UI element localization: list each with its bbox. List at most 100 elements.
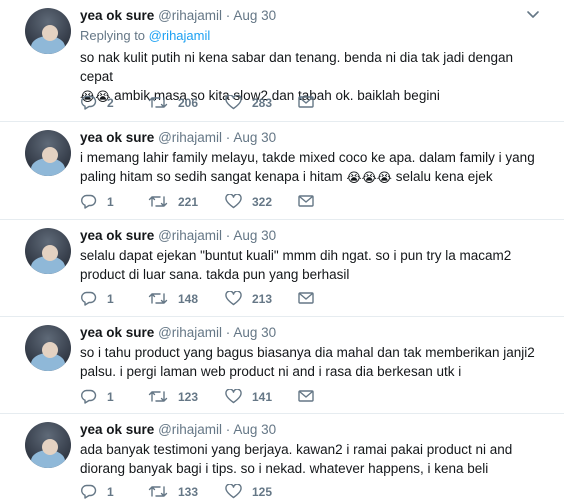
tweet-text-line: diorang banyak bagi i tips. so i nekad. …	[80, 461, 489, 476]
tweet-text: selalu dapat ejekan "buntut kuali" mmm d…	[80, 246, 540, 284]
heart-icon	[225, 291, 242, 306]
tweet-text-line: so nak kulit putih ni kena sabar dan ten…	[80, 50, 514, 84]
tweet-text-line: palsu. i pergi laman web product ni and …	[80, 364, 462, 379]
retweet-count: 206	[178, 95, 199, 110]
retweet-count: 148	[178, 291, 199, 306]
retweet-icon	[148, 97, 168, 108]
avatar[interactable]	[25, 325, 71, 371]
user-handle[interactable]: @rihajamil	[158, 228, 222, 243]
chevron-down-icon[interactable]	[526, 9, 540, 21]
tweet-date[interactable]: Aug 30	[233, 325, 276, 340]
tweet-text-line: product di luar sana. takda pun yang ber…	[80, 267, 350, 282]
retweet-count: 221	[178, 194, 199, 209]
retweet-button[interactable]: 123	[148, 389, 198, 404]
tweet-actions: 1 133 125	[80, 484, 540, 499]
tweet-text-line: selalu dapat ejekan "buntut kuali" mmm d…	[80, 248, 512, 263]
avatar[interactable]	[25, 228, 71, 274]
tweet-date[interactable]: Aug 30	[233, 130, 276, 145]
retweet-icon	[148, 293, 168, 304]
crying-emoji: 😭😭😭	[346, 170, 392, 185]
envelope-icon	[298, 292, 314, 304]
tweet-text: so i tahu product yang bagus biasanya di…	[80, 343, 540, 381]
tweet-header: yea ok sure @rihajamil · Aug 30	[80, 8, 276, 23]
tweet-date[interactable]: Aug 30	[233, 8, 276, 23]
tweet-actions: 1 221 322	[80, 194, 540, 212]
display-name[interactable]: yea ok sure	[80, 8, 154, 23]
envelope-icon	[298, 96, 314, 108]
tweet[interactable]: yea ok sure @rihajamil · Aug 30 so i tah…	[0, 316, 564, 413]
separator-dot: ·	[225, 228, 231, 243]
tweet-actions: 2 206 283	[80, 95, 540, 113]
separator-dot: ·	[225, 8, 231, 23]
tweet-text-fragment: selalu kena ejek	[392, 169, 493, 184]
avatar[interactable]	[25, 422, 71, 468]
reply-button[interactable]: 2	[80, 95, 114, 110]
envelope-icon	[298, 195, 314, 207]
reply-button[interactable]: 1	[80, 194, 114, 209]
like-count: 141	[252, 389, 273, 404]
reply-icon	[81, 389, 97, 404]
direct-message-button[interactable]	[298, 291, 314, 305]
tweet-text-line: i memang lahir family melayu, takde mixe…	[80, 150, 535, 165]
separator-dot: ·	[225, 422, 231, 437]
like-button[interactable]: 283	[225, 95, 272, 110]
direct-message-button[interactable]	[298, 95, 314, 109]
tweet-text-line: ada banyak testimoni yang berjaya. kawan…	[80, 442, 513, 457]
retweet-icon	[148, 486, 168, 497]
like-button[interactable]: 125	[225, 484, 272, 499]
retweet-button[interactable]: 206	[148, 95, 198, 110]
display-name[interactable]: yea ok sure	[80, 325, 154, 340]
display-name[interactable]: yea ok sure	[80, 422, 154, 437]
display-name[interactable]: yea ok sure	[80, 130, 154, 145]
user-handle[interactable]: @rihajamil	[158, 130, 222, 145]
reply-mention-link[interactable]: @rihajamil	[149, 28, 211, 43]
avatar[interactable]	[25, 8, 71, 54]
retweet-button[interactable]: 148	[148, 291, 198, 306]
user-handle[interactable]: @rihajamil	[158, 422, 222, 437]
user-handle[interactable]: @rihajamil	[158, 325, 222, 340]
heart-icon	[225, 194, 242, 209]
like-count: 283	[252, 95, 273, 110]
direct-message-button[interactable]	[298, 194, 314, 208]
heart-icon	[225, 389, 242, 404]
reply-button[interactable]: 1	[80, 484, 114, 499]
reply-count: 2	[107, 95, 114, 110]
like-button[interactable]: 141	[225, 389, 272, 404]
tweet-header: yea ok sure @rihajamil · Aug 30	[80, 228, 276, 243]
retweet-icon	[148, 391, 168, 402]
retweet-button[interactable]: 221	[148, 194, 198, 209]
reply-button[interactable]: 1	[80, 291, 114, 306]
reply-icon	[81, 194, 97, 209]
tweet[interactable]: yea ok sure @rihajamil · Aug 30 i memang…	[0, 121, 564, 219]
tweet-date[interactable]: Aug 30	[233, 228, 276, 243]
tweet[interactable]: yea ok sure @rihajamil · Aug 30 Replying…	[0, 0, 564, 121]
tweet-date[interactable]: Aug 30	[233, 422, 276, 437]
retweet-button[interactable]: 133	[148, 484, 198, 499]
direct-message-button[interactable]	[298, 389, 314, 403]
tweet[interactable]: yea ok sure @rihajamil · Aug 30 selalu d…	[0, 219, 564, 316]
tweet-header: yea ok sure @rihajamil · Aug 30	[80, 422, 276, 437]
separator-dot: ·	[225, 130, 231, 145]
retweet-count: 123	[178, 389, 199, 404]
separator-dot: ·	[225, 325, 231, 340]
reply-icon	[81, 95, 97, 110]
tweet-header: yea ok sure @rihajamil · Aug 30	[80, 130, 276, 145]
reply-count: 1	[107, 389, 114, 404]
like-count: 213	[252, 291, 273, 306]
like-count: 322	[252, 194, 273, 209]
replying-to: Replying to @rihajamil	[80, 28, 210, 43]
retweet-icon	[148, 196, 168, 207]
retweet-count: 133	[178, 484, 199, 499]
reply-button[interactable]: 1	[80, 389, 114, 404]
tweet-text-fragment: paling hitam so sedih sangat kenapa i hi…	[80, 169, 347, 184]
envelope-icon	[298, 390, 314, 402]
display-name[interactable]: yea ok sure	[80, 228, 154, 243]
replying-to-label: Replying to	[80, 28, 149, 43]
like-count: 125	[252, 484, 273, 499]
avatar[interactable]	[25, 130, 71, 176]
user-handle[interactable]: @rihajamil	[158, 8, 222, 23]
like-button[interactable]: 213	[225, 291, 272, 306]
like-button[interactable]: 322	[225, 194, 272, 209]
tweet[interactable]: yea ok sure @rihajamil · Aug 30 ada bany…	[0, 413, 564, 499]
tweet-actions: 1 123 141	[80, 389, 540, 407]
